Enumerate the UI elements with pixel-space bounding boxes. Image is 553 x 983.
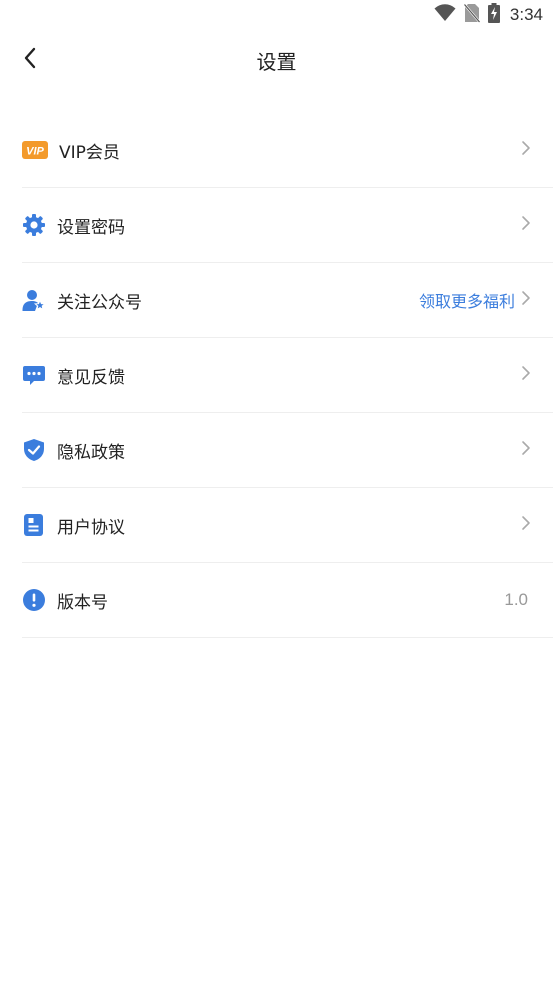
settings-item-version: 版本号 1.0 [22, 563, 553, 638]
gear-icon [22, 213, 46, 237]
settings-item-follow-account[interactable]: 关注公众号 领取更多福利 [22, 263, 553, 338]
settings-item-vip[interactable]: VIP VIP会员 [22, 113, 553, 188]
promo-link[interactable]: 领取更多福利 [419, 288, 515, 312]
settings-item-label: 用户协议 [57, 517, 125, 538]
chat-dots-icon [22, 363, 46, 387]
row-right: 领取更多福利 [419, 263, 531, 337]
settings-item-label: 隐私政策 [57, 442, 125, 463]
settings-item-label: VIP会员 [59, 142, 120, 163]
settings-item-label: 设置密码 [57, 217, 125, 238]
row-right [521, 113, 531, 187]
info-exclamation-icon [22, 588, 46, 612]
row-right [521, 338, 531, 412]
settings-item-label: 关注公众号 [57, 292, 142, 313]
document-icon [22, 513, 46, 537]
chevron-right-icon [521, 140, 531, 160]
settings-item-feedback[interactable]: 意见反馈 [22, 338, 553, 413]
status-bar: 3:34 [0, 0, 553, 30]
row-right [521, 413, 531, 487]
vip-badge-icon: VIP [22, 138, 48, 162]
battery-charging-icon [487, 3, 500, 27]
header: 设置 [0, 30, 553, 88]
chevron-right-icon [521, 215, 531, 235]
chevron-right-icon [521, 290, 531, 310]
chevron-right-icon [521, 365, 531, 385]
page-title: 设置 [256, 50, 297, 74]
user-star-icon [22, 288, 46, 312]
settings-item-label: 版本号 [57, 592, 108, 613]
chevron-right-icon [521, 440, 531, 460]
row-right [521, 188, 531, 262]
no-sim-icon [463, 3, 481, 27]
settings-item-set-password[interactable]: 设置密码 [22, 188, 553, 263]
chevron-right-icon [521, 515, 531, 535]
wifi-icon [434, 4, 456, 26]
version-value: 1.0 [504, 590, 528, 609]
row-right [521, 488, 531, 562]
row-right: 1.0 [504, 563, 531, 637]
settings-list: VIP VIP会员 设置密码 关注公众号 领取更多福利 意见反馈 隐私政策 用户… [22, 113, 553, 638]
settings-item-privacy-policy[interactable]: 隐私政策 [22, 413, 553, 488]
svg-text:VIP: VIP [26, 146, 44, 158]
settings-screen: 3:34 设置 VIP VIP会员 设置密码 关注公众号 领取更多福利 意见反馈… [0, 0, 553, 983]
settings-item-label: 意见反馈 [57, 367, 125, 388]
settings-item-user-agreement[interactable]: 用户协议 [22, 488, 553, 563]
status-icons: 3:34 [434, 3, 543, 27]
status-time: 3:34 [509, 5, 543, 24]
shield-check-icon [22, 438, 46, 462]
